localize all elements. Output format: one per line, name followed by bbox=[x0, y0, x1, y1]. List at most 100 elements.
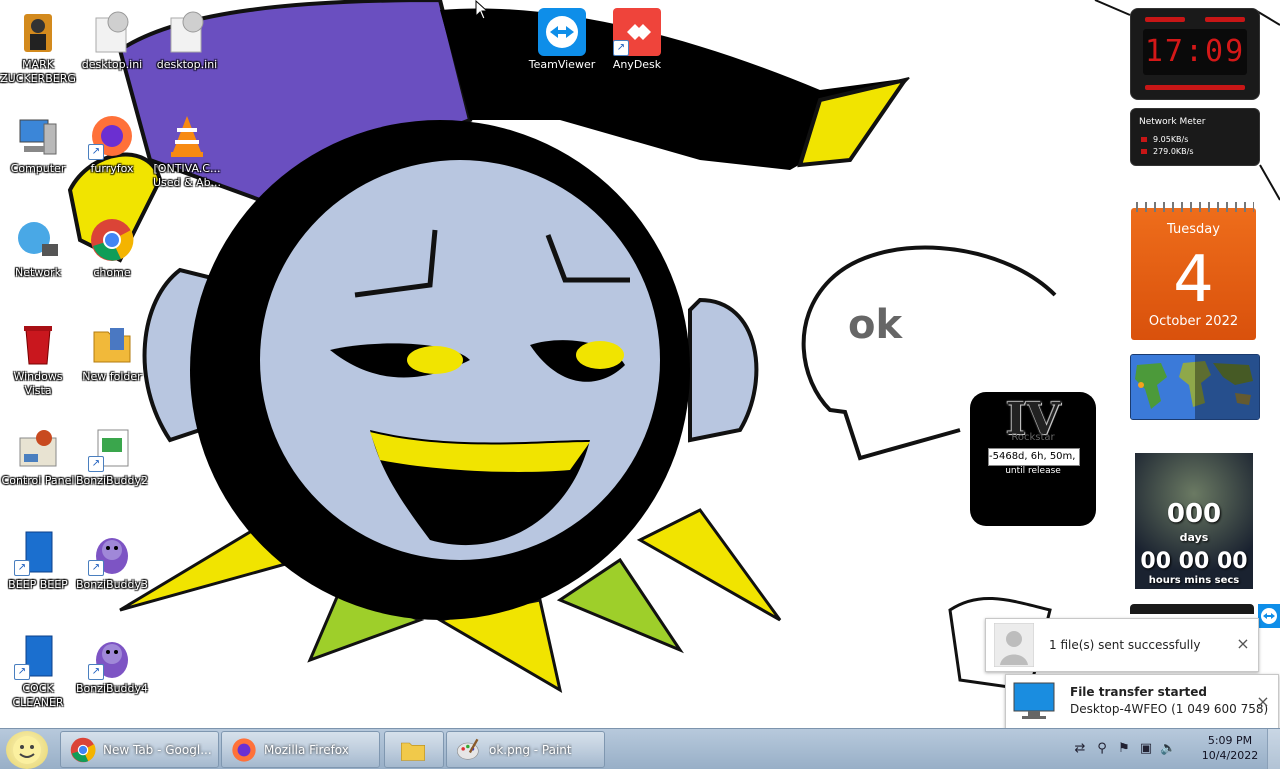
world-map-image bbox=[1131, 355, 1259, 419]
icon-label: [ONTIVA.C... Used & Ab... bbox=[152, 162, 222, 189]
settings-file-icon bbox=[88, 8, 136, 56]
chrome-icon bbox=[70, 737, 96, 762]
user-folder-icon bbox=[14, 8, 62, 56]
icon-label: New folder bbox=[82, 370, 142, 383]
security-flag-icon[interactable]: ⚑ bbox=[1116, 741, 1132, 757]
system-tray: ⇄ ⚲ ⚑ ▣ 🔈 bbox=[1072, 737, 1177, 761]
blue-app-icon: ↗ bbox=[14, 528, 62, 576]
desktop-icon-beep-beep[interactable]: ↗ BEEP BEEP bbox=[0, 524, 76, 620]
clock-decor bbox=[1145, 17, 1185, 22]
vlc-icon bbox=[163, 112, 211, 160]
icon-label: BonziBuddy3 bbox=[75, 578, 149, 591]
teamviewer-icon bbox=[1261, 608, 1277, 624]
teamviewer-tray-icon[interactable]: ⇄ bbox=[1072, 741, 1088, 757]
gta-countdown-field: -5468d, 6h, 50m, 10 bbox=[988, 448, 1080, 466]
calendar-month: October 2022 bbox=[1148, 314, 1239, 329]
network-up-value: 279.0KB/s bbox=[1153, 147, 1194, 156]
taskbar-clock[interactable]: 5:09 PM 10/4/2022 bbox=[1200, 733, 1260, 763]
taskbar-item-firefox[interactable]: Mozilla Firefox bbox=[221, 731, 380, 768]
anydesk-icon: ↗ bbox=[613, 8, 661, 56]
desktop-icon-bonzibuddy3[interactable]: ↗ BonziBuddy3 bbox=[74, 524, 150, 620]
close-icon[interactable]: × bbox=[1236, 636, 1250, 652]
show-desktop-button[interactable] bbox=[1267, 729, 1280, 769]
control-panel-icon bbox=[14, 424, 62, 472]
folder-icon bbox=[401, 742, 425, 761]
network-down-row: 9.05KB/s bbox=[1141, 135, 1188, 144]
taskbar-time: 5:09 PM bbox=[1207, 734, 1253, 747]
network-down-value: 9.05KB/s bbox=[1153, 135, 1189, 144]
desktop-icon-teamviewer[interactable]: TeamViewer bbox=[524, 4, 600, 100]
icon-label: BonziBuddy4 bbox=[75, 682, 149, 695]
desktop-icon-desktop-ini-2[interactable]: desktop.ini bbox=[149, 4, 225, 100]
icon-label: TeamViewer bbox=[528, 58, 596, 71]
notification-text: 1 file(s) sent successfully bbox=[1049, 638, 1201, 652]
svg-text:ok: ok bbox=[848, 302, 903, 348]
desktop-icon-chome[interactable]: chome bbox=[74, 212, 150, 308]
computer-icon bbox=[14, 112, 62, 160]
volume-icon[interactable]: 🔈 bbox=[1160, 741, 1176, 757]
desktop-icon-mark-zuckerberg[interactable]: MARK ZUCKERBERG bbox=[0, 4, 76, 100]
search-tray-icon[interactable]: ⚲ bbox=[1094, 741, 1110, 757]
firefox-icon bbox=[232, 737, 256, 762]
icon-label: chome bbox=[93, 266, 131, 279]
notification-file-transfer[interactable]: File transfer started Desktop-4WFEO (1 0… bbox=[1005, 674, 1279, 730]
taskbar-item-label: Mozilla Firefox bbox=[264, 742, 349, 757]
world-map-gadget[interactable] bbox=[1130, 354, 1260, 420]
desktop-icon-ontiva[interactable]: [ONTIVA.C... Used & Ab... bbox=[149, 108, 225, 204]
taskbar: New Tab - Googl... Mozilla Firefox ok.pn… bbox=[0, 728, 1280, 769]
user-avatar-icon bbox=[994, 623, 1034, 667]
smiley-start-icon bbox=[13, 736, 41, 764]
teamviewer-side-tab[interactable] bbox=[1258, 604, 1280, 628]
blue-app-icon: ↗ bbox=[14, 632, 62, 680]
gadget-partial bbox=[1130, 604, 1254, 614]
gta-caption: until release bbox=[1005, 466, 1061, 476]
desktop-icon-new-folder[interactable]: New folder bbox=[74, 316, 150, 412]
desktop-icon-control-panel[interactable]: Control Panel bbox=[0, 420, 76, 516]
icon-label: Network bbox=[15, 266, 61, 279]
clock-gadget[interactable]: 17:09 bbox=[1130, 8, 1260, 100]
desktop-icon-network[interactable]: Network bbox=[0, 212, 76, 308]
gta-brand: Rockstar bbox=[1011, 432, 1055, 443]
halo-days-label: days bbox=[1179, 531, 1209, 544]
clock-time: 17:09 bbox=[1143, 29, 1247, 75]
network-up-row: 279.0KB/s bbox=[1141, 147, 1194, 156]
teamviewer-icon bbox=[538, 8, 586, 56]
icon-label: AnyDesk bbox=[612, 58, 662, 71]
folder-icon bbox=[88, 320, 136, 368]
notification-file-sent[interactable]: 1 file(s) sent successfully × bbox=[985, 618, 1259, 672]
taskbar-item-label: New Tab - Googl... bbox=[103, 742, 212, 757]
mouse-cursor-icon bbox=[475, 0, 489, 20]
halo-days-value: 000 bbox=[1166, 499, 1222, 529]
bonzibuddy-icon: ↗ bbox=[88, 632, 136, 680]
calendar-rings bbox=[1133, 202, 1254, 212]
close-icon[interactable]: × bbox=[1256, 694, 1270, 710]
desktop-icon-anydesk[interactable]: ↗ AnyDesk bbox=[599, 4, 675, 100]
clock-decor bbox=[1145, 85, 1245, 90]
taskbar-item-explorer[interactable] bbox=[384, 731, 444, 768]
desktop-icon-desktop-ini-1[interactable]: desktop.ini bbox=[74, 4, 150, 100]
clock-decor bbox=[1205, 17, 1245, 22]
halo-countdown-gadget[interactable]: 000 days 00 00 00 hours mins secs bbox=[1135, 453, 1253, 589]
calendar-gadget[interactable]: Tuesday 4 October 2022 bbox=[1131, 202, 1256, 340]
desktop-icon-windows-vista[interactable]: Windows Vista bbox=[0, 316, 76, 412]
desktop-icon-cock-cleaner[interactable]: ↗ COCK CLEANER bbox=[0, 628, 76, 724]
desktop-icon-bonzibuddy4[interactable]: ↗ BonziBuddy4 bbox=[74, 628, 150, 724]
network-meter-gadget[interactable]: Network Meter 9.05KB/s 279.0KB/s bbox=[1130, 108, 1260, 166]
monitor-icon bbox=[1013, 682, 1055, 719]
taskbar-date: 10/4/2022 bbox=[1201, 749, 1259, 762]
icon-label: desktop.ini bbox=[156, 58, 218, 71]
icon-label: BEEP BEEP bbox=[8, 578, 68, 591]
start-button[interactable] bbox=[6, 731, 48, 769]
desktop-icon-bonzibuddy2[interactable]: ↗ BonziBuddy2 bbox=[74, 420, 150, 516]
notification-title: File transfer started bbox=[1070, 685, 1207, 699]
gta-countdown-gadget[interactable]: IV Rockstar -5468d, 6h, 50m, 10 until re… bbox=[970, 392, 1096, 526]
taskbar-item-chrome[interactable]: New Tab - Googl... bbox=[60, 731, 219, 768]
calendar-weekday: Tuesday bbox=[1167, 222, 1220, 237]
icon-label: MARK ZUCKERBERG bbox=[0, 58, 76, 85]
paint-icon bbox=[457, 738, 479, 760]
desktop-icon-computer[interactable]: Computer bbox=[0, 108, 76, 204]
icon-label: BonziBuddy2 bbox=[75, 474, 149, 487]
desktop-icon-furryfox[interactable]: ↗ furryfox bbox=[74, 108, 150, 204]
network-tray-icon[interactable]: ▣ bbox=[1138, 741, 1154, 757]
taskbar-item-paint[interactable]: ok.png - Paint bbox=[446, 731, 605, 768]
